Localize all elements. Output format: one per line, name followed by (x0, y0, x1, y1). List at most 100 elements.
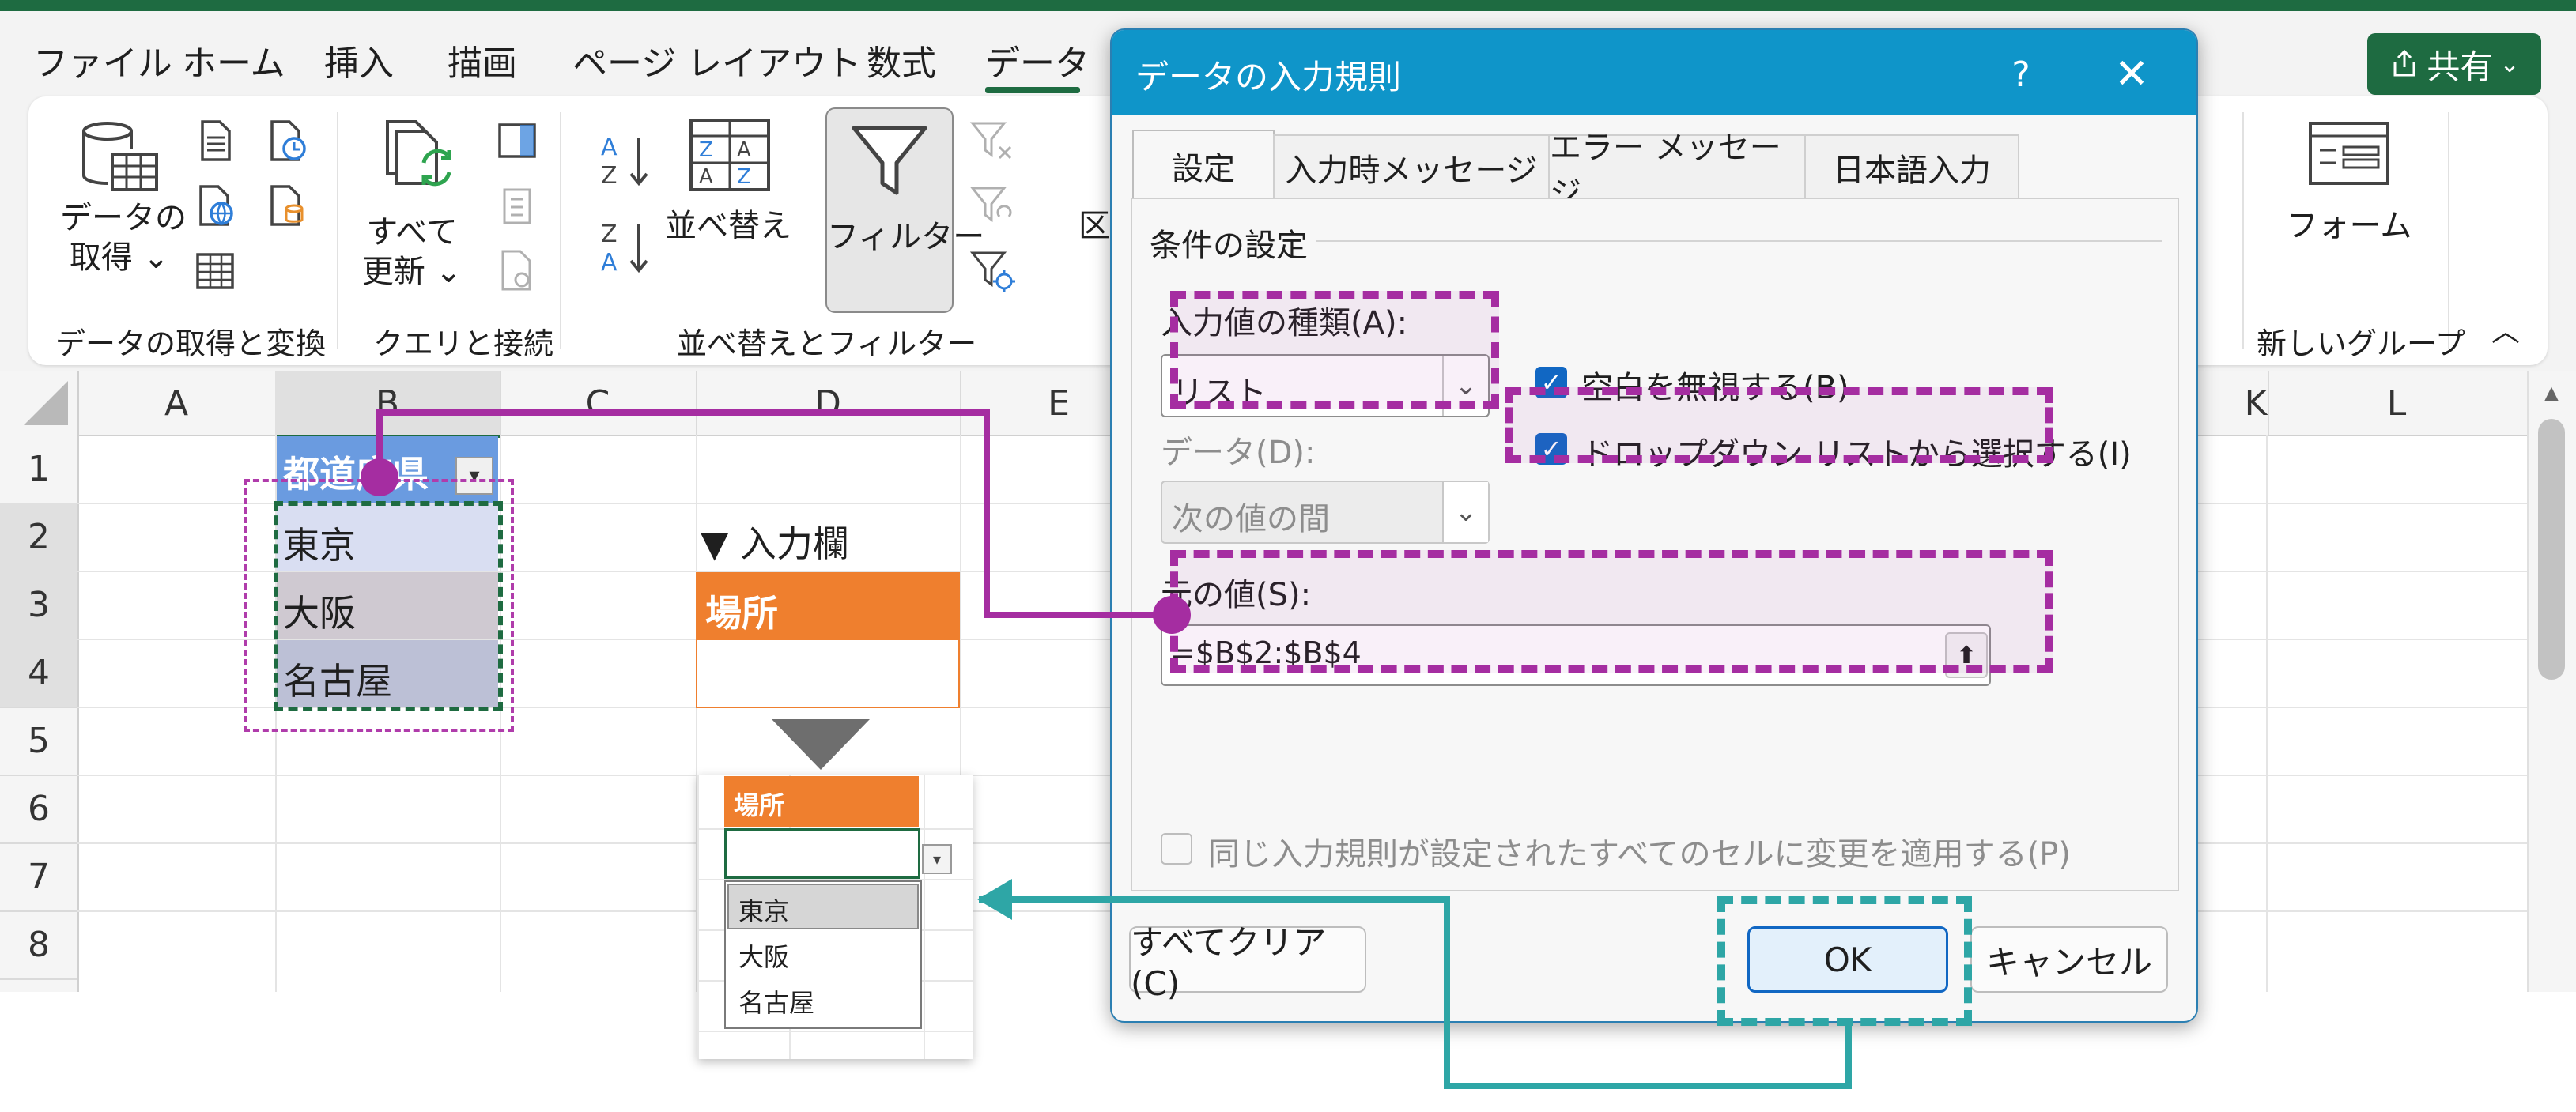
from-table-icon[interactable] (191, 247, 239, 297)
column-header-c[interactable]: C (500, 371, 697, 435)
tab-data[interactable]: データ (985, 35, 1090, 85)
from-text-icon[interactable] (191, 117, 239, 168)
group-separator (2448, 112, 2449, 349)
clear-all-button[interactable]: すべてクリア(C) (1129, 923, 1366, 1003)
preview-input-cell[interactable] (724, 828, 920, 879)
sort-descending-button[interactable]: ZA (598, 217, 653, 283)
sort-dialog-icon: Z AA Z (689, 119, 770, 191)
scroll-thumb[interactable] (2538, 419, 2565, 680)
apply-all-label: 同じ入力規則が設定されたすべてのセルに変更を適用する(P) (1208, 836, 2071, 873)
refresh-label: すべて (366, 214, 458, 251)
sort-ascending-button[interactable]: AZ (598, 130, 653, 196)
get-data-label-2: 取得 ⌄ (69, 239, 170, 276)
apply-all-checkbox (1161, 833, 1192, 865)
option-3-text: 名古屋 (738, 988, 815, 1018)
vertical-scrollbar[interactable]: ▲ (2527, 371, 2576, 992)
filter-button[interactable]: フィルター (825, 107, 985, 313)
filter-label: フィルター (827, 219, 985, 255)
column-header-a[interactable]: A (77, 371, 277, 435)
close-icon[interactable]: ✕ (2100, 43, 2163, 106)
dropdown-option-3[interactable]: 名古屋 (727, 977, 916, 1020)
title-bar (0, 0, 2576, 11)
get-data-label: データの (60, 200, 187, 236)
column-header-d[interactable]: D (696, 371, 961, 435)
tab-file[interactable]: ファイル (33, 35, 172, 85)
sort-az-icon: AZ (601, 134, 648, 190)
cell-d4[interactable] (696, 639, 960, 708)
option-1-text: 東京 (738, 896, 790, 926)
sort-button[interactable]: ZAAZ (686, 115, 773, 198)
dropdown-option-1[interactable]: 東京 (727, 884, 919, 929)
tab-home[interactable]: ホーム (182, 35, 285, 85)
chevron-down-icon: ⌄ (2499, 50, 2520, 78)
dropdown-option-2[interactable]: 大阪 (727, 931, 916, 974)
cell-d3[interactable]: 場所 (696, 572, 960, 639)
tab-page-layout[interactable]: ページ レイアウト (572, 35, 861, 85)
dropdown-preview: 場所 ▾ 東京 大阪 名古屋 (697, 775, 973, 1059)
tab-input-message[interactable]: 入力時メッセージ (1273, 134, 1550, 199)
column-header-b[interactable]: B (275, 371, 501, 438)
advanced-filter-icon[interactable] (968, 247, 1015, 297)
svg-text:A: A (737, 138, 751, 162)
row-header-2[interactable]: 2 (0, 503, 77, 572)
svg-text:A: A (601, 134, 618, 161)
preview-dropdown-icon[interactable]: ▾ (922, 844, 952, 874)
filter-icon (852, 126, 927, 195)
group-separator (560, 112, 561, 349)
row-header-5[interactable]: 5 (0, 707, 77, 776)
reapply-filter-icon (968, 182, 1015, 232)
tab-settings[interactable]: 設定 (1132, 130, 1275, 201)
annotation-source-range (1170, 550, 2053, 673)
preview-header-cell: 場所 (724, 776, 919, 827)
tab-formulas[interactable]: 数式 (867, 35, 936, 85)
tab-error-alert[interactable]: エラー メッセージ (1548, 130, 1806, 212)
option-2-text: 大阪 (738, 942, 790, 972)
svg-text:A: A (699, 165, 713, 189)
column-header-k[interactable]: K (2195, 371, 2269, 435)
from-web-icon[interactable] (191, 182, 239, 232)
row-header-8[interactable]: 8 (0, 910, 77, 980)
recent-sources-icon[interactable] (263, 117, 310, 168)
clear-filter-icon (968, 117, 1015, 168)
svg-text:A: A (601, 249, 618, 277)
tab-insert[interactable]: 挿入 (324, 35, 394, 85)
group-label-get-transform: データの取得と変換 (55, 326, 327, 361)
annotation-dropdown-option (1505, 387, 2053, 463)
select-all-corner[interactable] (0, 371, 79, 435)
get-data-button[interactable] (76, 117, 163, 199)
svg-text:Z: Z (699, 138, 713, 162)
queries-connections-icon[interactable] (493, 117, 541, 168)
chevron-down-icon: ⌄ (1442, 482, 1488, 542)
scroll-up-icon[interactable]: ▲ (2538, 379, 2565, 406)
svg-text:Z: Z (601, 221, 618, 248)
data-validation-dialog: データの入力規則 ? ✕ 設定 入力時メッセージ エラー メッセージ 日本語入力… (1110, 28, 2198, 1023)
cancel-button[interactable]: キャンセル (1970, 926, 2168, 993)
form-button[interactable] (2306, 119, 2393, 193)
row-headers: 1 2 3 4 5 6 7 8 (0, 435, 79, 992)
row-header-3[interactable]: 3 (0, 571, 77, 640)
form-label: フォーム (2286, 208, 2412, 244)
help-button[interactable]: ? (1989, 43, 2053, 106)
data-value: 次の値の間 (1172, 501, 1330, 537)
existing-connections-icon[interactable] (263, 182, 310, 232)
tab-draw[interactable]: 描画 (448, 35, 517, 85)
share-label: 共有 (2427, 47, 2494, 86)
group-label-queries: クエリと接続 (373, 326, 554, 361)
edit-links-icon (493, 247, 541, 297)
dropdown-list: 東京 大阪 名古屋 (724, 880, 922, 1029)
share-button[interactable]: 共有 ⌄ (2367, 33, 2541, 95)
row-header-4[interactable]: 4 (0, 639, 77, 708)
dialog-title-bar[interactable]: データの入力規則 ? ✕ (1112, 30, 2196, 115)
preview-header-text: 場所 (734, 790, 785, 820)
row-header-6[interactable]: 6 (0, 775, 77, 844)
sort-label: 並べ替え (665, 208, 791, 244)
column-header-l[interactable]: L (2266, 371, 2529, 435)
row-header-7[interactable]: 7 (0, 842, 77, 912)
down-arrow-icon (772, 719, 870, 770)
tab-ime-mode[interactable]: 日本語入力 (1804, 134, 2019, 199)
refresh-all-button[interactable] (376, 115, 463, 205)
row-header-1[interactable]: 1 (0, 435, 77, 504)
share-icon (2393, 49, 2415, 77)
collapse-ribbon-icon[interactable]: ︿ (2486, 311, 2525, 352)
section-title: 条件の設定 (1150, 228, 1308, 264)
